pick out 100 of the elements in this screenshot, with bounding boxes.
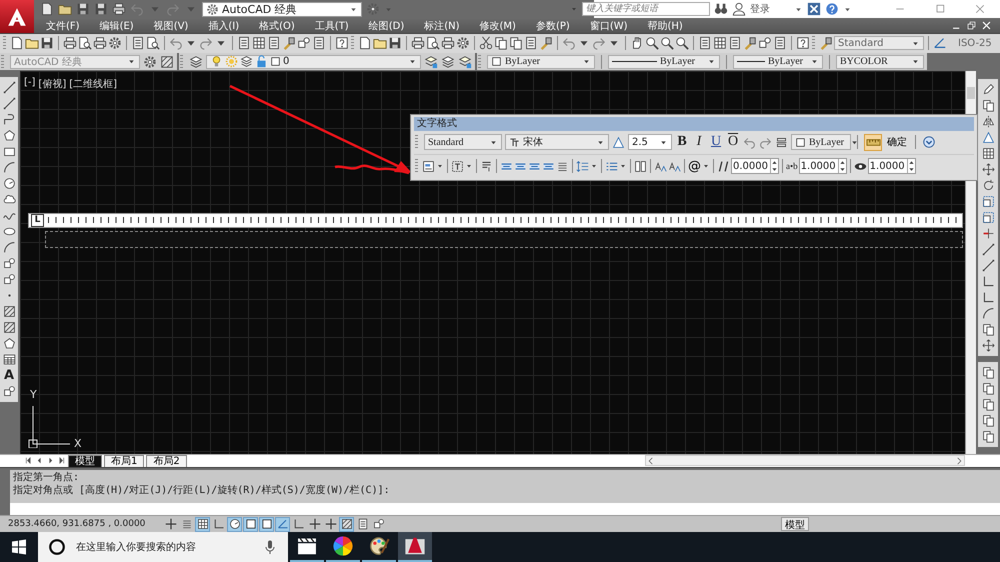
layout-tab[interactable]: 布局2	[146, 454, 187, 467]
preview-icon[interactable]	[78, 36, 92, 50]
brush-icon[interactable]	[282, 36, 296, 50]
status-toggle[interactable]	[259, 516, 274, 532]
menu-item[interactable]: 修改(M)	[472, 18, 524, 32]
line-icon[interactable]	[2, 80, 16, 94]
down-icon[interactable]	[838, 166, 846, 174]
status-toggle[interactable]	[339, 516, 354, 532]
copy-icon[interactable]	[982, 398, 994, 411]
arc-icon[interactable]	[2, 160, 16, 174]
gear-icon[interactable]	[456, 36, 470, 50]
help-icon[interactable]	[796, 36, 810, 50]
symbol-button[interactable]: @	[688, 158, 701, 174]
color-dropdown[interactable]: ByLayer	[487, 54, 595, 69]
rotate-icon[interactable]	[982, 178, 994, 192]
gear-icon[interactable]	[366, 2, 380, 16]
layers-icon[interactable]	[441, 54, 455, 69]
document-icon[interactable]	[358, 36, 372, 50]
arc-icon[interactable]	[982, 306, 994, 320]
text-style-dropdown[interactable]: Standard	[424, 134, 502, 150]
printer-icon[interactable]	[441, 36, 455, 50]
hatch-icon[interactable]	[2, 304, 16, 318]
scale-icon[interactable]	[982, 194, 994, 208]
brush-icon[interactable]	[539, 36, 553, 50]
panel-icon[interactable]	[131, 36, 145, 50]
corner-icon[interactable]	[982, 274, 994, 288]
taskbar-search-field[interactable]: 在这里输入你要搜索的内容	[38, 532, 288, 562]
menu-item[interactable]: 文件(F)	[38, 18, 88, 32]
plot-style-dropdown[interactable]: BYCOLOR	[836, 54, 924, 69]
gear-icon[interactable]	[108, 36, 122, 50]
last-icon[interactable]	[57, 456, 66, 466]
corner-icon[interactable]	[982, 290, 994, 304]
menu-item[interactable]: 参数(P)	[528, 18, 578, 32]
panel-icon[interactable]	[698, 36, 712, 50]
copy-icon[interactable]	[509, 36, 523, 50]
status-toggle[interactable]	[307, 516, 322, 532]
polyline-icon[interactable]	[2, 112, 16, 126]
line-icon[interactable]	[982, 258, 994, 272]
folder-icon[interactable]	[373, 36, 387, 50]
tracking-field[interactable]: 1.0000	[798, 158, 847, 174]
paragraph-icon[interactable]	[480, 160, 493, 173]
text-height-dropdown[interactable]: 2.5	[628, 134, 672, 150]
first-icon[interactable]	[24, 456, 33, 466]
down-icon[interactable]	[908, 166, 915, 174]
copy-icon[interactable]	[982, 414, 994, 427]
scale-icon[interactable]	[982, 210, 994, 224]
angle-icon[interactable]	[933, 36, 947, 50]
circle-icon[interactable]	[2, 176, 16, 190]
ruler-toggle[interactable]	[864, 134, 882, 151]
triangle-icon[interactable]	[982, 130, 994, 144]
scissors-icon[interactable]	[479, 36, 493, 50]
preview-icon[interactable]	[426, 36, 440, 50]
menu-item[interactable]: 工具(T)	[306, 18, 357, 32]
oblique-angle-field[interactable]: 0.0000	[731, 158, 779, 174]
tab-marker[interactable]: L	[31, 214, 44, 227]
folder-icon[interactable]	[25, 36, 39, 50]
panel-icon[interactable]	[773, 36, 787, 50]
layers-icon[interactable]	[189, 54, 203, 69]
search-field[interactable]: 键入关键字或短语	[582, 2, 710, 16]
hand-icon[interactable]	[630, 36, 644, 50]
menu-item[interactable]: 帮助(H)	[640, 18, 691, 32]
viewport-control[interactable]: [二维线框]	[69, 76, 118, 91]
brush-icon[interactable]	[819, 36, 833, 50]
document-icon[interactable]	[10, 36, 24, 50]
triangle-icon[interactable]	[612, 136, 625, 149]
trim-icon[interactable]	[982, 226, 994, 240]
grid-icon[interactable]	[713, 36, 727, 50]
layer-dropdown[interactable]: 0	[206, 54, 421, 69]
restore-icon[interactable]	[966, 20, 977, 31]
magnifier-icon[interactable]	[645, 36, 659, 50]
options-icon[interactable]	[922, 135, 936, 150]
magnifier-icon[interactable]	[660, 36, 674, 50]
gear-icon[interactable]	[143, 54, 157, 69]
menu-item[interactable]: 绘图(D)	[360, 18, 412, 32]
polygon-icon[interactable]	[2, 336, 16, 350]
grid-icon[interactable]	[982, 146, 994, 160]
layout-tab[interactable]: 布局1	[104, 454, 144, 467]
move-icon[interactable]	[982, 338, 994, 352]
undo-icon[interactable]	[743, 136, 756, 149]
arc-icon[interactable]	[2, 240, 16, 254]
menu-item[interactable]: 窗口(W)	[582, 18, 636, 32]
hatch-icon[interactable]	[2, 320, 16, 334]
line-icon[interactable]	[982, 242, 994, 256]
binoculars-icon[interactable]	[714, 2, 728, 16]
text-input-box[interactable]	[45, 230, 963, 248]
status-toggle[interactable]	[275, 516, 290, 532]
command-input[interactable]	[10, 502, 1000, 515]
cloud-icon[interactable]	[2, 192, 16, 206]
questioncircle-icon[interactable]	[825, 2, 839, 16]
menu-item[interactable]: 编辑(E)	[92, 18, 142, 32]
copy-icon[interactable]	[982, 366, 994, 379]
grid-icon[interactable]	[252, 36, 266, 50]
panel-icon[interactable]	[728, 36, 742, 50]
menu-item[interactable]: 视图(V)	[146, 18, 196, 32]
blocks-icon[interactable]	[297, 36, 311, 50]
font-dropdown[interactable]: 宋体	[505, 134, 609, 150]
table-icon[interactable]	[2, 352, 16, 366]
printer-icon[interactable]	[112, 2, 126, 16]
text-tool-button[interactable]: A	[2, 368, 16, 382]
copy-icon[interactable]	[982, 430, 994, 443]
